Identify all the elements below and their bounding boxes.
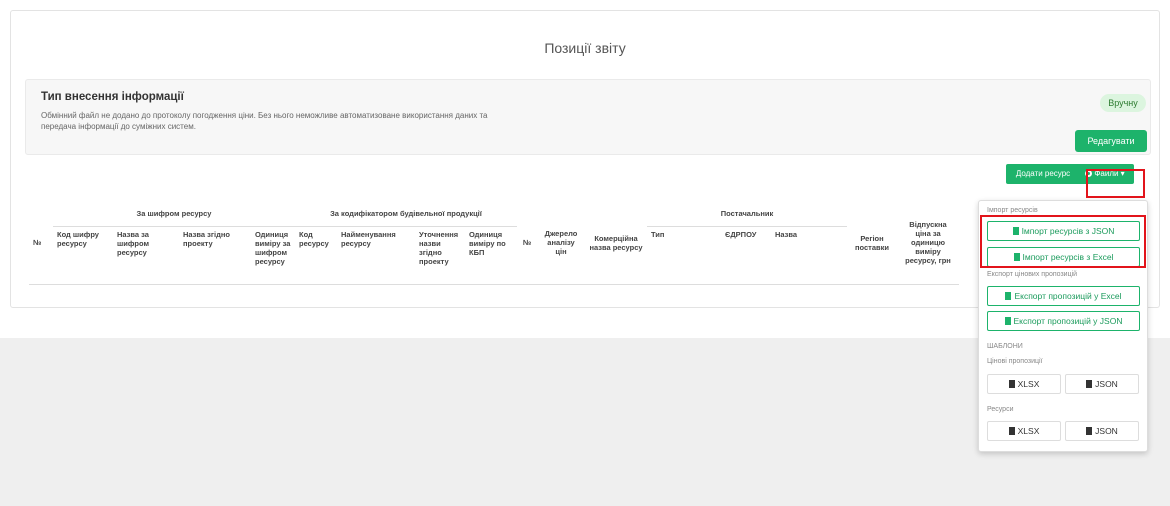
export-excel-button[interactable]: Експорт пропозицій у Excel (987, 286, 1140, 306)
col-supplier-type: Тип (647, 226, 721, 285)
resources-template-label: Ресурси (987, 406, 1014, 413)
input-type-title: Тип внесення інформації (41, 91, 184, 103)
col-commercial-name: Комерційна назва ресурсу (585, 202, 647, 285)
col-resource-code: Код шифру ресурсу (53, 226, 113, 285)
col-group-supplier: Постачальник (647, 202, 847, 227)
resources-xlsx-button[interactable]: XLSX (987, 421, 1061, 441)
export-json-label: Експорт пропозицій у JSON (1013, 316, 1123, 326)
col-unit-price: Відпускна ціна за одиницю виміру ресурсу… (897, 202, 959, 285)
col-group-by-resource-code: За шифром ресурсу (53, 202, 295, 227)
file-icon (1008, 380, 1015, 388)
col-kbp-resource-name: Найменування ресурсу (337, 226, 415, 285)
edit-button[interactable]: Редагувати (1075, 130, 1147, 152)
files-button-label: Файли ▾ (1094, 169, 1125, 178)
export-section-label: Експорт цінових пропозицій (987, 271, 1078, 278)
input-type-panel: Тип внесення інформації Обмінний файл не… (25, 79, 1151, 155)
gear-icon (1085, 170, 1093, 177)
add-resource-button[interactable]: Додати ресурс (1006, 164, 1080, 184)
import-json-label: Імпорт ресурсів з JSON (1021, 226, 1115, 236)
file-icon (1005, 292, 1012, 300)
export-excel-label: Експорт пропозицій у Excel (1014, 291, 1122, 301)
col-supplier-name: Назва (771, 226, 847, 285)
xlsx-label: XLSX (1017, 426, 1040, 436)
price-offers-json-button[interactable]: JSON (1065, 374, 1139, 394)
price-offers-label: Цінові пропозиції (987, 358, 1043, 365)
input-type-description: Обмінний файл не додано до протоколу пог… (41, 111, 488, 131)
page-title: Позиції звіту (544, 40, 626, 56)
xlsx-label: XLSX (1017, 379, 1040, 389)
export-json-button[interactable]: Експорт пропозицій у JSON (987, 311, 1140, 331)
file-icon (1004, 317, 1011, 325)
table-sub-header-row: Код шифру ресурсу Назва за шифром ресурс… (29, 226, 959, 285)
col-name-refinement: Уточнення назви згідно проекту (415, 226, 465, 285)
col-unit-by-code: Одиниця виміру за шифром ресурсу (251, 226, 295, 285)
json-label: JSON (1095, 379, 1118, 389)
file-icon (1086, 427, 1093, 435)
col-kbp-resource-code: Код ресурсу (295, 226, 337, 285)
col-delivery-region: Регіон поставки (847, 202, 897, 285)
resources-table: № За шифром ресурсу За кодифікатором буд… (29, 202, 959, 285)
files-dropdown-menu: Імпорт ресурсів Імпорт ресурсів з JSON І… (978, 200, 1148, 452)
import-excel-button[interactable]: Імпорт ресурсів з Excel (987, 247, 1140, 267)
file-icon (1012, 227, 1019, 235)
col-edrpou: ЄДРПОУ (721, 226, 771, 285)
files-dropdown-button[interactable]: Файли ▾ (1076, 164, 1134, 184)
col-number-2: № (517, 202, 537, 285)
table-group-header-row: № За шифром ресурсу За кодифікатором буд… (29, 202, 959, 285)
mode-badge: Вручну (1100, 94, 1146, 112)
resources-json-button[interactable]: JSON (1065, 421, 1139, 441)
import-excel-label: Імпорт ресурсів з Excel (1022, 252, 1114, 262)
import-section-label: Імпорт ресурсів (987, 207, 1038, 214)
col-name-by-code: Назва за шифром ресурсу (113, 226, 179, 285)
col-group-by-classifier: За кодифікатором будівельної продукції (295, 202, 517, 227)
col-price-source: Джерело аналізу цін (537, 202, 585, 285)
col-name-by-project: Назва згідно проекту (179, 226, 251, 285)
price-offers-xlsx-button[interactable]: XLSX (987, 374, 1061, 394)
templates-section-label: ШАБЛОНИ (987, 343, 1023, 350)
import-json-button[interactable]: Імпорт ресурсів з JSON (987, 221, 1140, 241)
file-icon (1086, 380, 1093, 388)
col-number: № (29, 202, 53, 285)
file-icon (1008, 427, 1015, 435)
col-unit-kbp: Одиниця виміру по КБП (465, 226, 517, 285)
json-label: JSON (1095, 426, 1118, 436)
file-icon (1013, 253, 1020, 261)
